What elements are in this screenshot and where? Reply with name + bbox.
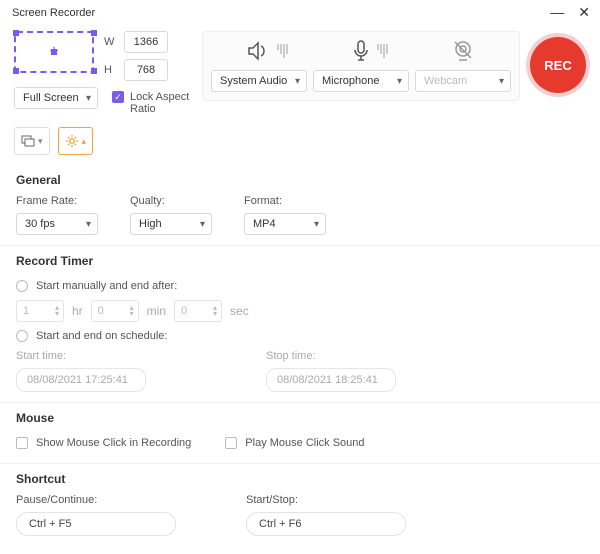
width-label: W	[104, 36, 118, 48]
settings-button[interactable]: ▴	[58, 127, 94, 155]
startstop-shortcut-label: Start/Stop:	[246, 494, 406, 506]
chevron-down-icon: ▾	[499, 76, 504, 87]
window-mode-button[interactable]: ▾	[14, 127, 50, 155]
section-shortcut-title: Shortcut	[0, 463, 600, 492]
timer-duration-row: 1▴▾ hr 0▴▾ min 0▴▾ sec	[16, 296, 584, 326]
stop-time-input[interactable]: 08/08/2021 18:25:41	[266, 368, 396, 392]
chevron-up-icon: ▴	[82, 136, 87, 147]
start-time-input[interactable]: 08/08/2021 17:25:41	[16, 368, 146, 392]
gear-icon	[65, 134, 79, 148]
source-icons	[211, 40, 511, 62]
source-selects: System Audio▾ Microphone▾ Webcam▾	[211, 70, 511, 92]
region-mode-select[interactable]: Full Screen▾	[14, 87, 98, 109]
chevron-down-icon: ▾	[86, 219, 91, 230]
timer-schedule-option[interactable]: Start and end on schedule:	[16, 326, 584, 346]
quality-select[interactable]: High▾	[130, 213, 212, 235]
section-mouse-title: Mouse	[0, 402, 600, 431]
chevron-down-icon: ▾	[38, 136, 43, 147]
width-input[interactable]: 1366	[124, 31, 168, 53]
timer-manual-option[interactable]: Start manually and end after:	[16, 276, 584, 296]
mic-source-select[interactable]: Microphone▾	[313, 70, 409, 92]
section-timer-title: Record Timer	[0, 245, 600, 274]
hours-unit: hr	[72, 304, 83, 318]
audio-source-select[interactable]: System Audio▾	[211, 70, 307, 92]
show-click-option[interactable]: Show Mouse Click in Recording	[16, 433, 191, 453]
region-dim-row: + W 1366 H 768	[14, 31, 192, 81]
region-selector[interactable]: +	[14, 31, 94, 73]
section-general-title: General	[0, 165, 600, 193]
titlebar: Screen Recorder — ✕	[0, 0, 600, 25]
minutes-input[interactable]: 0▴▾	[91, 300, 139, 322]
frame-rate-select[interactable]: 30 fps▾	[16, 213, 98, 235]
pause-shortcut-input[interactable]: Ctrl + F5	[16, 512, 176, 536]
region-block: + W 1366 H 768 Full Screen▾ ✓ Lock Aspec…	[14, 31, 192, 115]
radio-icon	[16, 330, 28, 342]
close-button[interactable]: ✕	[578, 4, 590, 21]
windows-icon	[21, 135, 35, 147]
height-input[interactable]: 768	[124, 59, 168, 81]
format-select[interactable]: MP4▾	[244, 213, 326, 235]
hours-input[interactable]: 1▴▾	[16, 300, 64, 322]
format-label: Format:	[244, 195, 326, 207]
microphone-icon[interactable]	[351, 40, 388, 62]
seconds-unit: sec	[230, 304, 249, 318]
plus-icon: +	[49, 43, 58, 61]
window-controls: — ✕	[550, 4, 590, 21]
pause-shortcut-label: Pause/Continue:	[16, 494, 176, 506]
chevron-down-icon: ▾	[314, 219, 319, 230]
record-button[interactable]: REC	[530, 37, 586, 93]
speaker-icon[interactable]	[247, 41, 288, 61]
play-sound-option[interactable]: Play Mouse Click Sound	[225, 433, 364, 453]
minutes-unit: min	[147, 304, 166, 318]
minimize-button[interactable]: —	[550, 4, 564, 21]
radio-icon	[16, 280, 28, 292]
quality-label: Qualty:	[130, 195, 212, 207]
sources-panel: System Audio▾ Microphone▾ Webcam▾	[202, 31, 520, 101]
toolbar: ▾ ▴	[0, 121, 600, 165]
checkbox-icon	[225, 437, 237, 449]
height-label: H	[104, 64, 118, 76]
lock-aspect-row[interactable]: ✓ Lock Aspect Ratio	[112, 91, 192, 115]
chevron-down-icon: ▾	[200, 219, 205, 230]
startstop-shortcut-input[interactable]: Ctrl + F6	[246, 512, 406, 536]
capture-config-row: + W 1366 H 768 Full Screen▾ ✓ Lock Aspec…	[0, 25, 600, 121]
chevron-down-icon: ▾	[86, 93, 91, 104]
window-title: Screen Recorder	[12, 7, 95, 19]
seconds-input[interactable]: 0▴▾	[174, 300, 222, 322]
webcam-source-select[interactable]: Webcam▾	[415, 70, 511, 92]
webcam-off-icon[interactable]	[451, 40, 475, 62]
chevron-down-icon: ▾	[397, 76, 402, 87]
lock-aspect-checkbox[interactable]: ✓	[112, 91, 124, 103]
frame-rate-label: Frame Rate:	[16, 195, 98, 207]
start-time-label: Start time:	[16, 350, 146, 362]
lock-aspect-label: Lock Aspect Ratio	[130, 91, 192, 115]
stop-time-label: Stop time:	[266, 350, 396, 362]
dimension-fields: W 1366 H 768	[104, 31, 168, 81]
checkbox-icon	[16, 437, 28, 449]
chevron-down-icon: ▾	[295, 76, 300, 87]
